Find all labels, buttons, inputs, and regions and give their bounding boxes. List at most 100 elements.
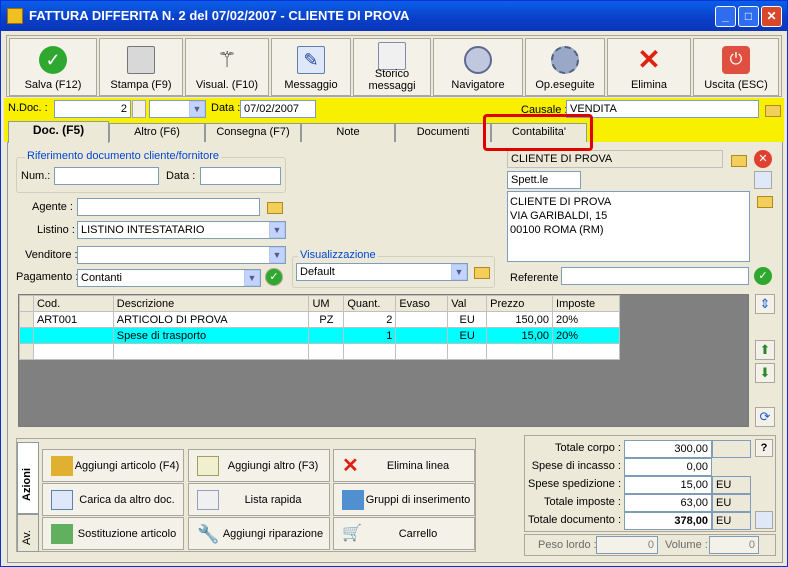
arrow-up-icon[interactable]: ⬆ <box>755 340 775 360</box>
tab-altro[interactable]: Altro (F6) <box>109 123 205 142</box>
column-header[interactable]: Prezzo <box>486 295 554 312</box>
insert-groups-button[interactable]: Gruppi di inserimento <box>333 483 475 516</box>
agente-input[interactable] <box>77 198 260 216</box>
delete-line-button[interactable]: ✕ Elimina linea <box>333 449 475 482</box>
preview-button[interactable]: ⚚ Visual. (F10) <box>185 38 269 96</box>
view-select[interactable]: Default <box>296 263 468 281</box>
arrow-down-icon[interactable]: ⬇ <box>755 363 775 383</box>
chevron-down-icon[interactable]: ▼ <box>244 270 260 286</box>
table-row[interactable] <box>19 343 620 360</box>
tab-azioni[interactable]: Azioni <box>17 442 39 514</box>
quick-list-button[interactable]: Lista rapida <box>188 483 330 516</box>
column-header[interactable]: Cod. <box>32 295 114 312</box>
delete-button[interactable]: ✕ Elimina <box>607 38 691 96</box>
message-history-button[interactable]: Storico messaggi <box>353 38 431 96</box>
check-icon: ✓ <box>39 46 67 74</box>
folder-icon[interactable] <box>265 198 283 214</box>
list-icon <box>197 490 219 510</box>
add-other-icon <box>197 456 219 476</box>
title-bar: FATTURA DIFFERITA N. 2 del 07/02/2007 - … <box>1 1 787 31</box>
spese-incasso-value[interactable]: 0,00 <box>624 458 712 476</box>
ndoc-input[interactable]: 2 <box>54 100 131 118</box>
column-header[interactable]: Descrizione <box>112 295 310 312</box>
close-button[interactable]: ✕ <box>761 6 782 27</box>
replace-article-button[interactable]: Sostituzione articolo <box>42 517 184 550</box>
salutation-input[interactable]: Spett.le <box>507 171 581 189</box>
venditore-select[interactable] <box>77 246 286 264</box>
table-row[interactable]: Spese di trasporto 1 EU 15,00 20% <box>19 327 620 344</box>
tab-doc[interactable]: Doc. (F5) <box>8 121 109 143</box>
move-up-down-icon[interactable]: ⇕ <box>755 294 775 314</box>
save-button[interactable]: ✓ Salva (F12) <box>9 38 97 96</box>
x-icon: ✕ <box>342 455 359 477</box>
tab-consegna[interactable]: Consegna (F7) <box>205 123 301 142</box>
printer-icon <box>127 46 155 74</box>
chevron-down-icon[interactable]: ▼ <box>189 101 205 117</box>
totale-documento-currency: EU <box>712 512 751 530</box>
causale-input[interactable]: VENDITA <box>566 100 759 118</box>
num-label: Num.: <box>21 170 51 182</box>
document-lines-grid[interactable]: Cod. Descrizione UM Quant. Evaso Val Pre… <box>18 294 749 427</box>
folder-icon[interactable] <box>763 101 781 117</box>
pagamento-select[interactable]: Contanti <box>77 269 261 287</box>
chevron-down-icon[interactable]: ▼ <box>269 247 285 263</box>
ndoc-label: N.Doc. : <box>8 102 48 114</box>
add-other-button[interactable]: Aggiungi altro (F3) <box>188 449 330 482</box>
exit-button[interactable]: ⏻ Uscita (ESC) <box>693 38 779 96</box>
cart-button[interactable]: 🛒 Carrello <box>333 517 475 550</box>
gears-icon <box>551 46 579 74</box>
replace-icon <box>51 524 73 544</box>
tab-documenti[interactable]: Documenti <box>395 123 491 142</box>
minimize-button[interactable]: _ <box>715 6 736 27</box>
totale-documento-label: Totale documento : <box>528 514 621 526</box>
confirm-payment-icon[interactable]: ✓ <box>265 268 283 286</box>
confirm-referente-icon[interactable]: ✓ <box>754 267 772 285</box>
column-header[interactable]: Val <box>447 295 488 312</box>
chevron-down-icon[interactable]: ▼ <box>451 264 467 280</box>
tab-note[interactable]: Note <box>301 123 395 142</box>
referente-input[interactable] <box>561 267 749 285</box>
remove-customer-icon[interactable]: ✕ <box>754 150 772 168</box>
add-article-icon <box>51 456 73 476</box>
column-header[interactable]: UM <box>308 295 345 312</box>
tab-bar: Doc. (F5) Altro (F6) Consegna (F7) Note … <box>4 120 784 143</box>
navigator-button[interactable]: Navigatore <box>433 38 523 96</box>
folder-icon[interactable] <box>472 263 490 279</box>
listino-select[interactable]: LISTINO INTESTATARIO <box>77 221 286 239</box>
reference-number-input[interactable] <box>54 167 159 185</box>
ndoc-spin-button[interactable] <box>132 100 146 118</box>
date-input[interactable]: 07/02/2007 <box>240 100 316 118</box>
peso-lordo-value: 0 <box>596 536 658 554</box>
spese-spedizione-value[interactable]: 15,00 <box>624 476 712 494</box>
totale-documento-value: 378,00 <box>624 512 712 530</box>
message-button[interactable]: ✎ Messaggio <box>271 38 351 96</box>
wrench-icon: 🔧 <box>197 524 220 544</box>
print-button[interactable]: Stampa (F9) <box>99 38 183 96</box>
help-button[interactable]: ? <box>755 439 773 457</box>
load-from-doc-button[interactable]: Carica da altro doc. <box>42 483 184 516</box>
zoom-icon[interactable] <box>755 511 773 529</box>
power-icon: ⏻ <box>722 46 750 74</box>
table-row[interactable]: ART001 ARTICOLO DI PROVA PZ 2 EU 150,00 … <box>19 311 620 328</box>
reference-date-input[interactable] <box>200 167 281 185</box>
column-header[interactable]: Imposte <box>552 295 620 312</box>
column-header[interactable]: Evaso <box>395 295 449 312</box>
customer-address-box[interactable]: CLIENTE DI PROVA VIA GARIBALDI, 15 00100… <box>507 191 750 262</box>
x-icon: ✕ <box>637 44 661 75</box>
chevron-down-icon[interactable]: ▼ <box>269 222 285 238</box>
add-repair-button[interactable]: 🔧 Aggiungi riparazione <box>188 517 330 550</box>
search-customer-icon[interactable] <box>754 171 772 189</box>
tab-av[interactable]: Av. <box>17 514 39 552</box>
operations-done-button[interactable]: Op.eseguite <box>525 38 605 96</box>
column-header[interactable]: Quant. <box>343 295 397 312</box>
refresh-icon[interactable]: ⟳ <box>755 407 775 427</box>
folder-icon[interactable] <box>755 192 773 208</box>
highlight-frame <box>483 114 593 151</box>
add-article-button[interactable]: Aggiungi articolo (F4) <box>42 449 184 482</box>
ref-date-label: Data : <box>166 170 196 182</box>
totale-corpo-label: Totale corpo : <box>554 442 621 454</box>
folder-icon[interactable] <box>729 151 747 167</box>
main-toolbar: ✓ Salva (F12) Stampa (F9) ⚚ Visual. (F10… <box>6 35 782 97</box>
totale-imposte-currency: EU <box>712 494 751 512</box>
maximize-button[interactable]: □ <box>738 6 759 27</box>
